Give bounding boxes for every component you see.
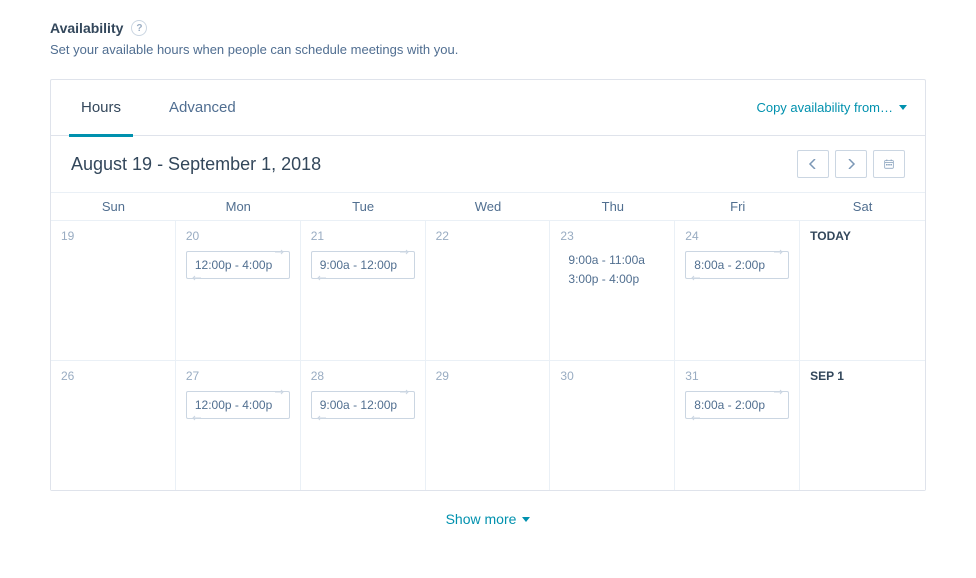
calendar-button[interactable]: [873, 150, 905, 178]
time-slot-label: 12:00p - 4:00p: [195, 398, 272, 412]
chevron-down-icon: [899, 105, 907, 110]
day-number: 21: [311, 229, 415, 243]
time-slot[interactable]: 12:00p - 4:00p: [186, 391, 290, 419]
calendar-icon: [884, 159, 894, 169]
slot-arrow-icon: [316, 415, 326, 421]
time-slot-text: 9:00a - 11:00a: [560, 251, 664, 270]
day-number: SEP 1: [810, 369, 915, 383]
day-cell[interactable]: 21 9:00a - 12:00p: [301, 220, 426, 360]
date-range-title: August 19 - September 1, 2018: [71, 154, 321, 175]
day-cell[interactable]: 26: [51, 360, 176, 490]
day-number: 22: [436, 229, 540, 243]
week-row-1: 19 20 12:00p - 4:00p 21 9:00a - 12:00p 2…: [51, 220, 925, 360]
chevron-right-icon: [846, 159, 856, 169]
slot-arrow-icon: [400, 389, 410, 395]
time-slot[interactable]: 8:00a - 2:00p: [685, 391, 789, 419]
day-headers: Sun Mon Tue Wed Thu Fri Sat: [51, 192, 925, 220]
time-slot-text: 3:00p - 4:00p: [560, 270, 664, 289]
day-cell[interactable]: TODAY: [800, 220, 925, 360]
dayhead-sun: Sun: [51, 192, 176, 220]
section-description: Set your available hours when people can…: [50, 42, 926, 57]
tab-hours[interactable]: Hours: [69, 81, 133, 137]
dayhead-mon: Mon: [176, 192, 301, 220]
chevron-left-icon: [808, 159, 818, 169]
day-number: 31: [685, 369, 789, 383]
dayhead-tue: Tue: [301, 192, 426, 220]
section-title: Availability: [50, 20, 123, 36]
next-button[interactable]: [835, 150, 867, 178]
day-number: TODAY: [810, 229, 915, 243]
show-more-link[interactable]: Show more: [50, 491, 926, 535]
day-cell[interactable]: 24 8:00a - 2:00p: [675, 220, 800, 360]
tabs: Hours Advanced Copy availability from…: [51, 80, 925, 136]
time-slot[interactable]: 9:00a - 12:00p: [311, 251, 415, 279]
day-cell[interactable]: 27 12:00p - 4:00p: [176, 360, 301, 490]
day-number: 30: [560, 369, 664, 383]
slot-arrow-icon: [275, 249, 285, 255]
day-cell[interactable]: 31 8:00a - 2:00p: [675, 360, 800, 490]
day-number: 29: [436, 369, 540, 383]
slot-arrow-icon: [774, 249, 784, 255]
day-cell[interactable]: 22: [426, 220, 551, 360]
time-slot[interactable]: 9:00a - 12:00p: [311, 391, 415, 419]
slot-arrow-icon: [774, 389, 784, 395]
time-slot-label: 8:00a - 2:00p: [694, 258, 765, 272]
day-cell[interactable]: SEP 1: [800, 360, 925, 490]
slot-arrow-icon: [191, 275, 201, 281]
time-slot-label: 12:00p - 4:00p: [195, 258, 272, 272]
day-number: 23: [560, 229, 664, 243]
dayhead-wed: Wed: [426, 192, 551, 220]
day-number: 27: [186, 369, 290, 383]
dayhead-thu: Thu: [550, 192, 675, 220]
copy-availability-label: Copy availability from…: [756, 100, 893, 115]
chevron-down-icon: [522, 517, 530, 522]
day-number: 19: [61, 229, 165, 243]
slot-arrow-icon: [275, 389, 285, 395]
help-icon[interactable]: ?: [131, 20, 147, 36]
time-slot[interactable]: 8:00a - 2:00p: [685, 251, 789, 279]
week-row-2: 26 27 12:00p - 4:00p 28 9:00a - 12:00p 2…: [51, 360, 925, 490]
day-cell[interactable]: 28 9:00a - 12:00p: [301, 360, 426, 490]
day-number: 20: [186, 229, 290, 243]
tab-advanced[interactable]: Advanced: [157, 81, 248, 137]
time-slot[interactable]: 12:00p - 4:00p: [186, 251, 290, 279]
day-cell[interactable]: 30: [550, 360, 675, 490]
slot-arrow-icon: [690, 275, 700, 281]
day-number: 26: [61, 369, 165, 383]
day-number: 24: [685, 229, 789, 243]
time-slot-label: 9:00a - 12:00p: [320, 398, 397, 412]
copy-availability-dropdown[interactable]: Copy availability from…: [756, 100, 907, 115]
availability-card: Hours Advanced Copy availability from… A…: [50, 79, 926, 491]
day-cell[interactable]: 23 9:00a - 11:00a 3:00p - 4:00p: [550, 220, 675, 360]
time-slot-label: 9:00a - 12:00p: [320, 258, 397, 272]
slot-arrow-icon: [400, 249, 410, 255]
prev-button[interactable]: [797, 150, 829, 178]
day-cell[interactable]: 29: [426, 360, 551, 490]
dayhead-sat: Sat: [800, 192, 925, 220]
slot-arrow-icon: [316, 275, 326, 281]
dayhead-fri: Fri: [675, 192, 800, 220]
date-toolbar: August 19 - September 1, 2018: [51, 136, 925, 192]
slot-arrow-icon: [690, 415, 700, 421]
day-cell[interactable]: 20 12:00p - 4:00p: [176, 220, 301, 360]
slot-arrow-icon: [191, 415, 201, 421]
day-cell[interactable]: 19: [51, 220, 176, 360]
show-more-label: Show more: [446, 511, 517, 527]
day-number: 28: [311, 369, 415, 383]
time-slot-label: 8:00a - 2:00p: [694, 398, 765, 412]
